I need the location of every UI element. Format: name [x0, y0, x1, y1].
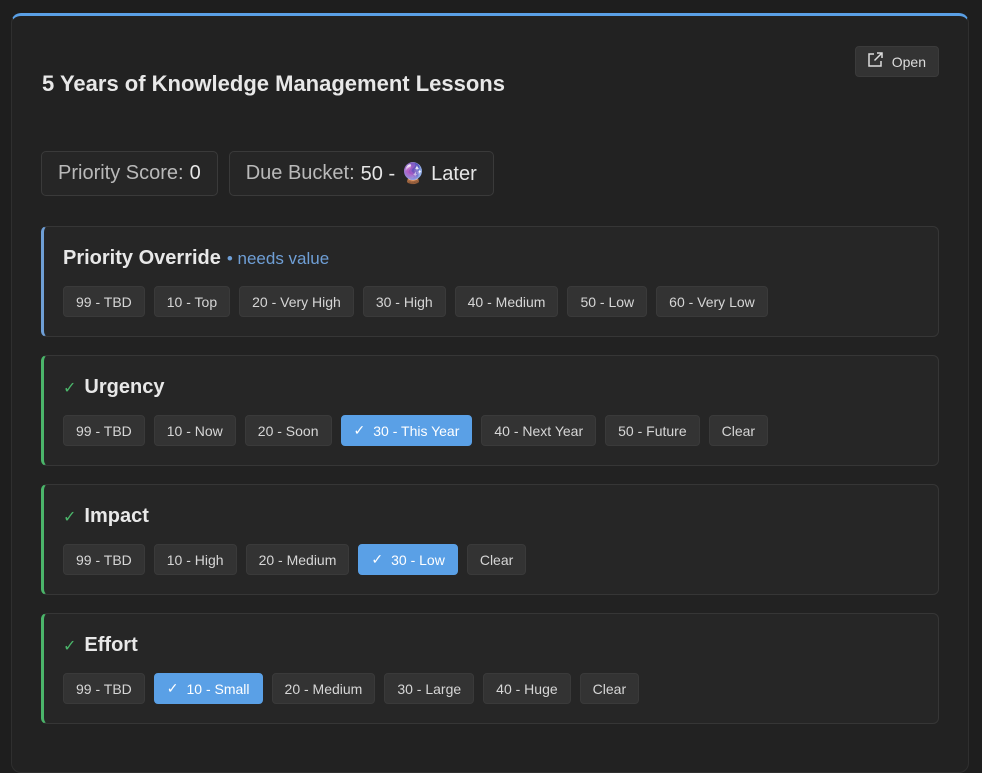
option-label: Clear	[721, 422, 756, 439]
option-label: 20 - Medium	[284, 680, 363, 697]
option-button-30-this-year[interactable]: ✓ 30 - This Year	[340, 415, 473, 446]
clear-button[interactable]: Clear	[579, 673, 640, 704]
option-label: 99 - TBD	[76, 293, 132, 310]
clear-button[interactable]: Clear	[466, 544, 527, 575]
option-label: 99 - TBD	[76, 551, 132, 568]
option-button-10-top[interactable]: 10 - Top	[153, 286, 231, 317]
selected-check-icon: ✓	[353, 422, 366, 438]
option-label: 30 - This Year	[373, 422, 460, 439]
section-impact: ✓ Impact 99 - TBD 10 - High 20 - Medium ✓ 30…	[41, 484, 939, 595]
section-urgency: ✓ Urgency 99 - TBD 10 - Now 20 - Soon ✓ 30 -…	[41, 355, 939, 466]
selected-check-icon: ✓	[371, 551, 384, 567]
option-label: 40 - Huge	[496, 680, 558, 697]
due-bucket-value: 50 - 🔮 Later	[360, 163, 477, 185]
option-button-99-tbd[interactable]: 99 - TBD	[63, 544, 145, 575]
option-button-30-low[interactable]: ✓ 30 - Low	[358, 544, 458, 575]
option-button-40-huge[interactable]: 40 - Huge	[483, 673, 571, 704]
option-label: 30 - High	[375, 293, 433, 310]
option-label: 30 - Large	[397, 680, 462, 697]
option-button-10-small[interactable]: ✓ 10 - Small	[153, 673, 263, 704]
section-priority-override: Priority Override • needs value 99 - TBD…	[41, 226, 939, 337]
clear-button[interactable]: Clear	[708, 415, 769, 446]
check-icon: ✓	[63, 379, 77, 397]
due-bucket-label: Due Bucket:	[245, 162, 355, 184]
option-button-50-low[interactable]: 50 - Low	[567, 286, 648, 317]
option-label: Clear	[592, 680, 627, 697]
option-button-99-tbd[interactable]: 99 - TBD	[63, 286, 145, 317]
option-list: 99 - TBD 10 - Now 20 - Soon ✓ 30 - This Year…	[63, 415, 769, 446]
stats-row: Priority Score: 0 Due Bucket: 50 - 🔮 Lat…	[41, 151, 494, 196]
task-card: 5 Years of Knowledge Management Lessons …	[11, 13, 969, 773]
option-list: 99 - TBD 10 - Top 20 - Very High 30 - High 4…	[63, 286, 768, 317]
option-label: 20 - Medium	[258, 551, 337, 568]
option-button-20-medium[interactable]: 20 - Medium	[245, 544, 350, 575]
due-bucket-badge: Due Bucket: 50 - 🔮 Later	[228, 151, 494, 196]
option-button-40-next-year[interactable]: 40 - Next Year	[481, 415, 597, 446]
option-label: 10 - Now	[166, 422, 223, 439]
option-label: 99 - TBD	[76, 680, 132, 697]
option-button-20-very-high[interactable]: 20 - Very High	[239, 286, 354, 317]
option-button-30-large[interactable]: 30 - Large	[384, 673, 475, 704]
needs-value-hint: • needs value	[226, 248, 330, 268]
option-button-99-tbd[interactable]: 99 - TBD	[63, 673, 145, 704]
option-label: 20 - Very High	[252, 293, 341, 310]
priority-score-value: 0	[189, 162, 201, 184]
option-button-99-tbd[interactable]: 99 - TBD	[63, 415, 145, 446]
open-button-label: Open	[891, 53, 926, 70]
option-label: 10 - Top	[166, 293, 218, 310]
option-label: 30 - Low	[391, 551, 445, 568]
external-link-icon	[866, 51, 884, 72]
option-label: 10 - High	[166, 551, 224, 568]
option-label: 40 - Medium	[467, 293, 546, 310]
page-title: 5 Years of Knowledge Management Lessons	[42, 71, 505, 96]
option-button-10-high[interactable]: 10 - High	[153, 544, 237, 575]
option-list: 99 - TBD ✓ 10 - Small 20 - Medium 30 - Large…	[63, 673, 640, 704]
check-icon: ✓	[63, 637, 77, 655]
option-label: 10 - Small	[186, 680, 250, 697]
option-button-20-soon[interactable]: 20 - Soon	[244, 415, 332, 446]
option-button-10-now[interactable]: 10 - Now	[153, 415, 236, 446]
option-button-20-medium[interactable]: 20 - Medium	[271, 673, 376, 704]
option-label: 50 - Low	[580, 293, 635, 310]
priority-score-badge: Priority Score: 0	[41, 151, 218, 196]
section-title: Impact	[84, 505, 149, 527]
section-title: Urgency	[84, 376, 165, 398]
section-title: Effort	[84, 634, 138, 656]
option-button-30-high[interactable]: 30 - High	[362, 286, 446, 317]
option-label: 60 - Very Low	[669, 293, 755, 310]
option-button-40-medium[interactable]: 40 - Medium	[454, 286, 559, 317]
section-title: Priority Override	[63, 247, 221, 269]
option-button-60-very-low[interactable]: 60 - Very Low	[656, 286, 768, 317]
option-label: 99 - TBD	[76, 422, 132, 439]
section-effort: ✓ Effort 99 - TBD ✓ 10 - Small 20 - Medium 3…	[41, 613, 939, 724]
selected-check-icon: ✓	[166, 680, 179, 696]
option-label: 50 - Future	[618, 422, 687, 439]
option-label: 40 - Next Year	[494, 422, 584, 439]
check-icon: ✓	[63, 508, 77, 526]
open-button[interactable]: Open	[854, 46, 939, 77]
option-label: Clear	[479, 551, 514, 568]
option-list: 99 - TBD 10 - High 20 - Medium ✓ 30 - Low Cle…	[63, 544, 527, 575]
priority-score-label: Priority Score:	[58, 162, 184, 184]
option-label: 20 - Soon	[257, 422, 319, 439]
option-button-50-future[interactable]: 50 - Future	[605, 415, 700, 446]
